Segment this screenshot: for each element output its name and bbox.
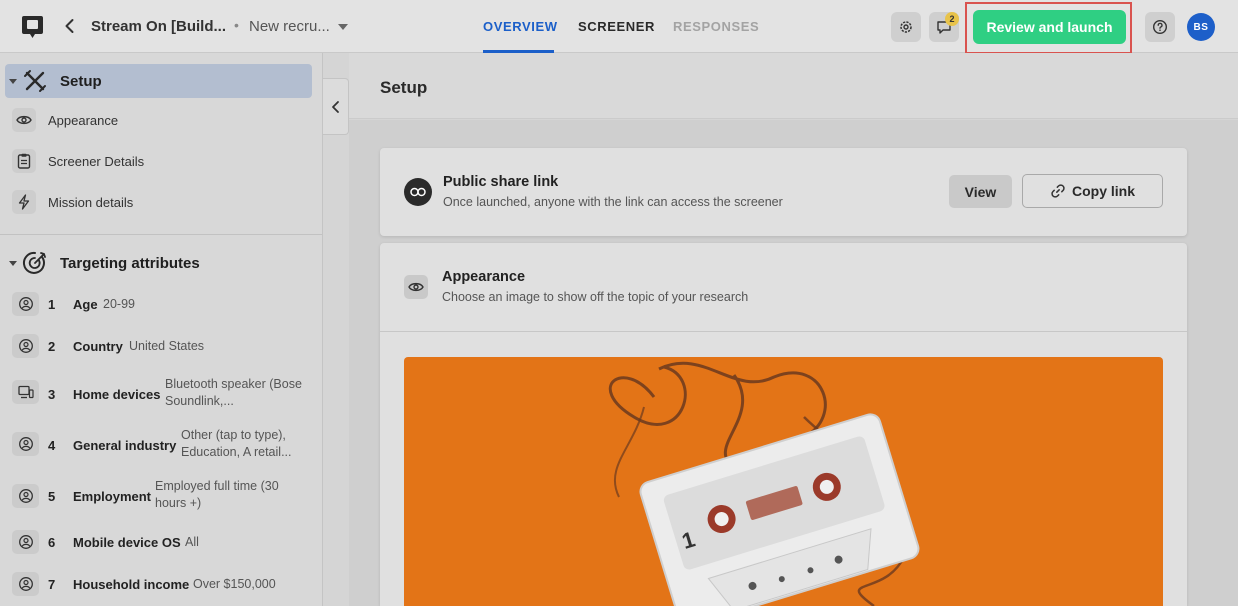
attribute-row-household-income[interactable]: 7 Household income Over $150,000 xyxy=(0,571,322,597)
view-button[interactable]: View xyxy=(949,175,1012,208)
person-badge-icon xyxy=(12,530,39,554)
attribute-row-mobile-device-os[interactable]: 6 Mobile device OS All xyxy=(0,529,322,555)
tools-icon xyxy=(24,70,46,92)
avatar[interactable]: BS xyxy=(1187,13,1215,41)
collapse-sidebar-button[interactable] xyxy=(323,78,349,135)
sidebar-section-setup[interactable]: Setup xyxy=(5,64,312,98)
attribute-value: United States xyxy=(129,339,205,353)
caret-down-icon[interactable] xyxy=(9,79,17,84)
sidebar-item-label: Appearance xyxy=(48,113,119,128)
sidebar-item-label: Screener Details xyxy=(48,154,145,169)
attribute-row-age[interactable]: 1 Age 20-99 xyxy=(0,290,322,316)
cover-image[interactable]: 1 xyxy=(404,357,1163,606)
attribute-number: 3 xyxy=(48,387,56,402)
clipboard-icon xyxy=(12,149,36,173)
lightning-icon xyxy=(12,190,36,214)
attribute-value: Bluetooth speaker (Bose Soundlink,... xyxy=(165,377,302,408)
sidebar: Setup Appearance Screener Details Missio… xyxy=(0,53,323,606)
public-share-link-card: Public share link Once launched, anyone … xyxy=(380,148,1187,236)
attribute-name: General industry xyxy=(73,438,177,453)
attribute-number: 6 xyxy=(48,535,56,550)
settings-button[interactable] xyxy=(891,12,921,42)
sidebar-divider xyxy=(0,234,322,235)
attribute-name: Home devices xyxy=(73,387,161,402)
devices-icon xyxy=(12,380,39,404)
attribute-number: 4 xyxy=(48,438,56,453)
attribute-number: 1 xyxy=(48,297,56,312)
sidebar-setup-title: Setup xyxy=(60,73,102,90)
chevron-left-icon xyxy=(331,100,339,113)
attribute-value: All xyxy=(185,535,199,549)
back-arrow-icon[interactable] xyxy=(60,16,80,36)
app-logo-icon[interactable] xyxy=(21,15,44,40)
attribute-number: 5 xyxy=(48,489,56,504)
sidebar-item-screener-details[interactable]: Screener Details xyxy=(0,144,322,180)
appearance-divider xyxy=(380,331,1187,332)
attribute-number: 2 xyxy=(48,339,56,354)
project-subtitle[interactable]: New recru... xyxy=(249,18,330,35)
caret-down-icon[interactable] xyxy=(9,261,17,266)
help-icon xyxy=(1152,19,1168,35)
gear-icon xyxy=(900,21,912,33)
share-link-description: Once launched, anyone with the link can … xyxy=(443,195,783,209)
copy-link-label: Copy link xyxy=(1071,183,1135,199)
attribute-value: Other (tap to type), Education, A retail… xyxy=(181,428,292,459)
attribute-row-country[interactable]: 2 Country United States xyxy=(0,332,322,358)
tab-overview[interactable]: OVERVIEW xyxy=(483,19,558,34)
tab-screener[interactable]: SCREENER xyxy=(578,19,655,34)
chevron-down-icon[interactable] xyxy=(338,24,348,30)
eye-icon xyxy=(12,108,36,132)
sidebar-targeting-title[interactable]: Targeting attributes xyxy=(60,255,200,272)
attribute-name: Household income xyxy=(73,577,190,592)
appearance-card: Appearance Choose an image to show off t… xyxy=(380,243,1187,606)
page-title: Setup xyxy=(380,78,428,97)
link-icon xyxy=(1051,184,1065,198)
review-and-launch-button[interactable]: Review and launch xyxy=(973,10,1126,44)
person-badge-icon xyxy=(12,334,39,358)
attribute-number: 7 xyxy=(48,577,56,592)
sidebar-item-label: Mission details xyxy=(48,195,134,210)
link-icon xyxy=(404,178,432,206)
target-icon xyxy=(23,251,46,274)
attribute-name: Age xyxy=(73,297,98,312)
share-link-title: Public share link xyxy=(443,174,559,190)
attribute-value: Over $150,000 xyxy=(193,577,276,591)
breadcrumb-separator: • xyxy=(234,17,239,33)
top-bar: Stream On [Build... • New recru... OVERV… xyxy=(0,0,1238,54)
attribute-name: Country xyxy=(73,339,123,354)
person-badge-icon xyxy=(12,292,39,316)
attribute-value: 20-99 xyxy=(103,297,135,311)
tab-responses[interactable]: RESPONSES xyxy=(673,19,759,34)
copy-link-button[interactable]: Copy link xyxy=(1022,174,1163,208)
eye-icon xyxy=(404,275,428,299)
attribute-row-employment[interactable]: 5 Employment Employed full time (30 hour… xyxy=(0,478,322,514)
attribute-value: Employed full time (30 hours +) xyxy=(155,479,279,510)
notification-badge: 2 xyxy=(945,12,959,26)
attribute-row-general-industry[interactable]: 4 General industry Other (tap to type), … xyxy=(0,427,322,463)
attribute-name: Employment xyxy=(73,489,152,504)
person-badge-icon xyxy=(12,432,39,456)
cassette-tape-illustration: 1 xyxy=(608,361,920,606)
main-header: Setup xyxy=(349,53,1238,119)
attribute-name: Mobile device OS xyxy=(73,535,181,550)
appearance-description: Choose an image to show off the topic of… xyxy=(442,290,749,304)
sidebar-item-appearance[interactable]: Appearance xyxy=(0,103,322,139)
person-badge-icon xyxy=(12,484,39,508)
appearance-title: Appearance xyxy=(442,269,526,285)
help-button[interactable] xyxy=(1145,12,1175,42)
project-title[interactable]: Stream On [Build... xyxy=(91,18,226,35)
sidebar-item-mission-details[interactable]: Mission details xyxy=(0,185,322,221)
attribute-row-home-devices[interactable]: 3 Home devices Bluetooth speaker (Bose S… xyxy=(0,375,322,411)
person-badge-icon xyxy=(12,572,39,596)
